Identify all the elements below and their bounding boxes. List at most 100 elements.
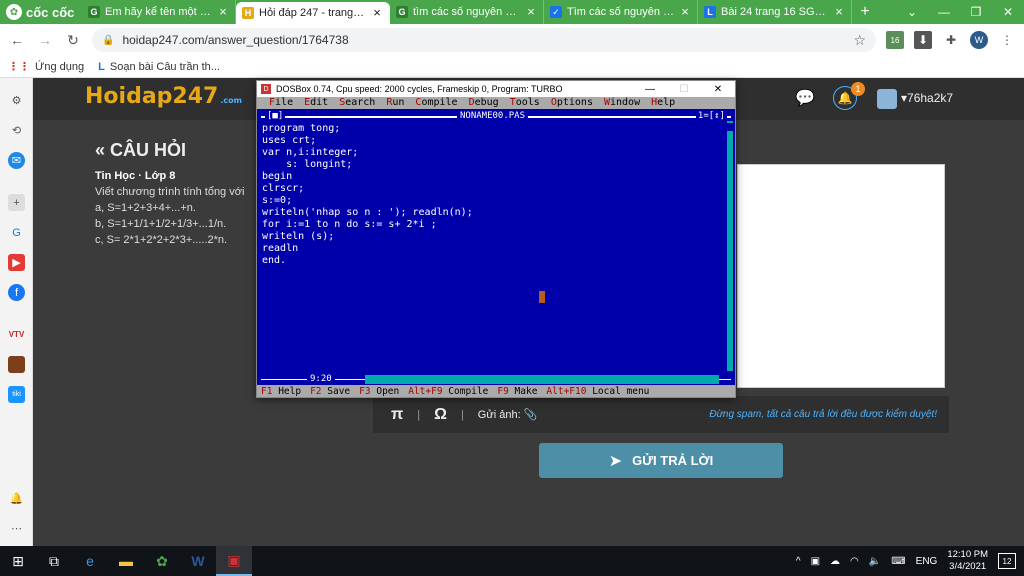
ide-menu-item[interactable]: Tools: [510, 97, 540, 109]
vtv-icon[interactable]: VTV: [8, 326, 25, 343]
bookmark-soan-bai[interactable]: L Soạn bài Câu trần th...: [98, 61, 220, 73]
windows-start-icon[interactable]: ⊞: [0, 546, 36, 576]
toolbar-separator: |: [417, 408, 421, 421]
minimize-icon[interactable]: —: [928, 0, 960, 24]
notification-bell-icon[interactable]: 🔔: [8, 490, 25, 507]
ide-menu-item[interactable]: Options: [551, 97, 593, 109]
game-icon[interactable]: [8, 356, 25, 373]
ide-menu-item[interactable]: Help: [651, 97, 675, 109]
submit-answer-label: GỬI TRẢ LỜI: [632, 453, 714, 468]
task-view-icon[interactable]: ⧉: [36, 546, 72, 576]
user-avatar[interactable]: [877, 89, 897, 109]
extension-badge-icon[interactable]: 16: [886, 31, 904, 49]
tab-close-icon[interactable]: ×: [525, 5, 537, 18]
download-icon[interactable]: ⬇: [914, 31, 932, 49]
browser-tab[interactable]: L Bài 24 trang 16 SGK To ×: [698, 0, 852, 24]
dosbox-window[interactable]: D DOSBox 0.74, Cpu speed: 2000 cycles, F…: [256, 80, 736, 398]
pi-icon[interactable]: π: [391, 406, 403, 424]
back-arrow-icon[interactable]: ←: [8, 32, 26, 48]
menu-label: ile: [275, 97, 294, 108]
ide-menu-item[interactable]: Window: [604, 97, 640, 109]
editor-window-number[interactable]: 1=[↕]: [695, 111, 727, 121]
status-shortcut[interactable]: F1 Help: [261, 386, 301, 397]
browser-tab[interactable]: Gtìm các số nguyên x và ×: [390, 0, 544, 24]
browser-tab[interactable]: G Em hãy kể tên một số d ×: [82, 0, 236, 24]
menu-dots-icon[interactable]: ⋮: [998, 31, 1016, 49]
forward-arrow-icon[interactable]: →: [36, 32, 54, 48]
question-subject: Tin Học · Lớp 8: [95, 170, 176, 182]
answer-toolbar: π | Ω | Gửi ảnh: 📎 Đừng spam, tất cả câu…: [373, 396, 949, 433]
omega-icon[interactable]: Ω: [434, 406, 447, 424]
browser-tab[interactable]: ✓ Tìm các số nguyên x, y ×: [544, 0, 698, 24]
attach-image-button[interactable]: Gửi ảnh: 📎: [478, 408, 538, 421]
scrollbar-thumb[interactable]: [727, 123, 733, 131]
ide-menu-item[interactable]: Compile: [415, 97, 457, 109]
add-icon[interactable]: +: [8, 194, 25, 211]
messenger-icon[interactable]: ✉: [8, 152, 25, 169]
browser-brand[interactable]: ✿ cốc cốc: [0, 0, 82, 24]
status-shortcut[interactable]: F2 Save: [310, 386, 350, 397]
tab-close-icon[interactable]: ×: [833, 5, 845, 18]
facebook-icon[interactable]: f: [8, 284, 25, 301]
profile-avatar-icon[interactable]: W: [970, 31, 988, 49]
submit-answer-button[interactable]: ➤ GỬI TRẢ LỜI: [539, 443, 783, 478]
wifi-icon[interactable]: ◠: [850, 556, 859, 567]
input-language[interactable]: ENG: [916, 556, 938, 567]
tray-cloud-icon[interactable]: ☁: [830, 556, 840, 567]
history-icon[interactable]: ⟲: [8, 122, 25, 139]
chat-icon[interactable]: 💬: [795, 88, 815, 108]
editor-filename: NONAME00.PAS: [457, 111, 529, 121]
chevron-down-icon[interactable]: ⌄: [896, 0, 928, 24]
vertical-scrollbar[interactable]: [727, 121, 733, 371]
restore-icon[interactable]: ❐: [960, 0, 992, 24]
coccoc-taskbar-icon[interactable]: ✿: [144, 546, 180, 576]
file-explorer-icon[interactable]: ▬: [108, 546, 144, 576]
dosbox-titlebar[interactable]: D DOSBox 0.74, Cpu speed: 2000 cycles, F…: [257, 81, 735, 97]
more-dots-icon[interactable]: ⋯: [8, 520, 25, 537]
new-tab-button[interactable]: +: [852, 0, 878, 24]
status-shortcut[interactable]: F3 Open: [359, 386, 399, 397]
status-shortcut[interactable]: F9 Make: [497, 386, 537, 397]
site-logo[interactable]: Hoidap247 .com: [85, 84, 242, 109]
edge-browser-icon[interactable]: e: [72, 546, 108, 576]
tiki-icon[interactable]: tiki: [8, 386, 25, 403]
maximize-icon[interactable]: ☐: [667, 81, 701, 97]
browser-tab[interactable]: H Hỏi đáp 247 - trang tra ×: [236, 2, 390, 24]
close-icon[interactable]: ✕: [992, 0, 1024, 24]
speaker-icon[interactable]: 🔈: [869, 556, 881, 567]
ide-menu-item[interactable]: Search: [339, 97, 375, 109]
editor-close-box[interactable]: [■]: [265, 111, 286, 121]
bookmark-apps[interactable]: ⋮⋮ Ứng dụng: [8, 60, 84, 74]
minimize-icon[interactable]: —: [633, 81, 667, 97]
horizontal-scrollbar[interactable]: [365, 375, 719, 384]
ide-menu-item[interactable]: File: [269, 97, 293, 109]
tray-app-icon[interactable]: ▣: [811, 556, 820, 567]
status-shortcut[interactable]: Alt+F9 Compile: [408, 386, 488, 397]
dosbox-taskbar-icon[interactable]: ▣: [216, 546, 252, 576]
ide-menu-item[interactable]: Edit: [304, 97, 328, 109]
user-name[interactable]: ▾76ha2k7: [901, 91, 953, 105]
tab-close-icon[interactable]: ×: [217, 5, 229, 18]
tab-close-icon[interactable]: ×: [371, 6, 383, 19]
editor-code-area[interactable]: program tong; uses crt; var n,i:integer; s…: [262, 123, 722, 267]
ide-menu-item[interactable]: Run: [386, 97, 404, 109]
chevron-up-icon[interactable]: ^: [796, 556, 801, 567]
answer-editor[interactable]: [737, 164, 945, 388]
settings-gear-icon[interactable]: ⚙: [8, 92, 25, 109]
extensions-puzzle-icon[interactable]: ✚: [942, 31, 960, 49]
bookmark-star-icon[interactable]: ☆: [853, 32, 866, 49]
keyboard-icon[interactable]: ⌨: [891, 556, 905, 567]
tab-close-icon[interactable]: ×: [679, 5, 691, 18]
ide-menu-item[interactable]: Debug: [469, 97, 499, 109]
bookmark-label: Soạn bài Câu trần th...: [109, 60, 220, 73]
close-icon[interactable]: ✕: [701, 81, 735, 97]
reload-icon[interactable]: ↻: [64, 32, 82, 49]
system-clock[interactable]: 12:10 PM 3/4/2021: [947, 549, 988, 573]
youtube-icon[interactable]: ▶: [8, 254, 25, 271]
word-icon[interactable]: W: [180, 546, 216, 576]
back-to-question-link[interactable]: « CÂU HỎI: [95, 140, 186, 161]
action-center-icon[interactable]: 12: [998, 553, 1016, 569]
address-bar[interactable]: 🔒 hoidap247.com/answer_question/1764738 …: [92, 28, 876, 52]
translate-icon[interactable]: G: [8, 224, 25, 241]
status-shortcut[interactable]: Alt+F10 Local menu: [546, 386, 649, 397]
